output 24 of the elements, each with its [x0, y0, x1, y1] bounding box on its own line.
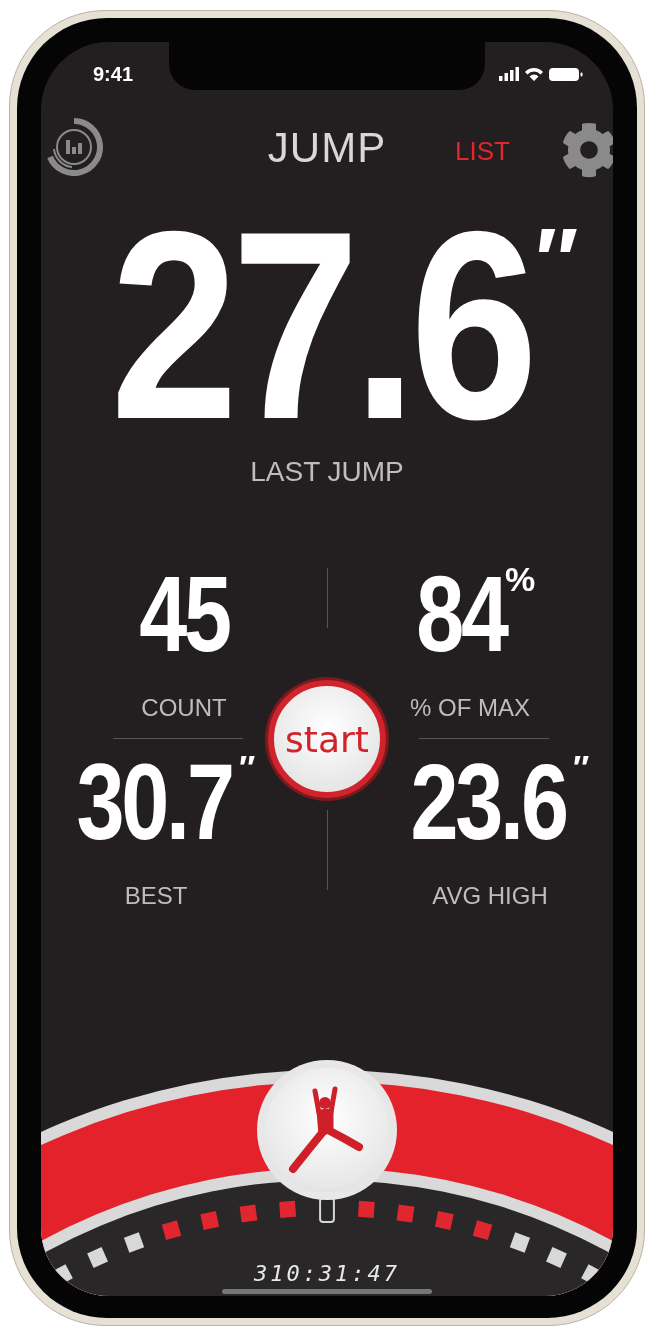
- last-jump-value: 27.6: [109, 210, 531, 440]
- stat-value: 30.7: [76, 750, 232, 854]
- last-jump-label: LAST JUMP: [250, 456, 404, 488]
- unit-mark: ″: [572, 750, 590, 784]
- screen-title: JUMP: [267, 124, 387, 172]
- battery-icon: [549, 67, 583, 81]
- unit-mark: ″: [238, 750, 256, 784]
- stat-value: 84: [416, 562, 506, 666]
- stat-label: % OF MAX: [410, 694, 530, 722]
- stat-label: BEST: [124, 882, 188, 910]
- list-link[interactable]: LIST: [455, 136, 510, 167]
- stat-value: 45: [139, 562, 229, 666]
- unit-mark: %: [504, 562, 536, 596]
- stat-value: 23.6: [410, 750, 566, 854]
- stat-label: COUNT: [141, 694, 227, 722]
- start-button[interactable]: start: [268, 680, 386, 798]
- dial-readout: 310:31:47: [253, 1262, 401, 1286]
- settings-icon[interactable]: [561, 122, 613, 178]
- status-time: 9:41: [93, 62, 134, 86]
- wifi-icon: [525, 67, 543, 81]
- stats-icon[interactable]: [45, 118, 103, 176]
- signal-icon: [499, 67, 519, 81]
- unit-mark: ″: [535, 216, 579, 306]
- stat-label: AVG HIGH: [432, 882, 548, 910]
